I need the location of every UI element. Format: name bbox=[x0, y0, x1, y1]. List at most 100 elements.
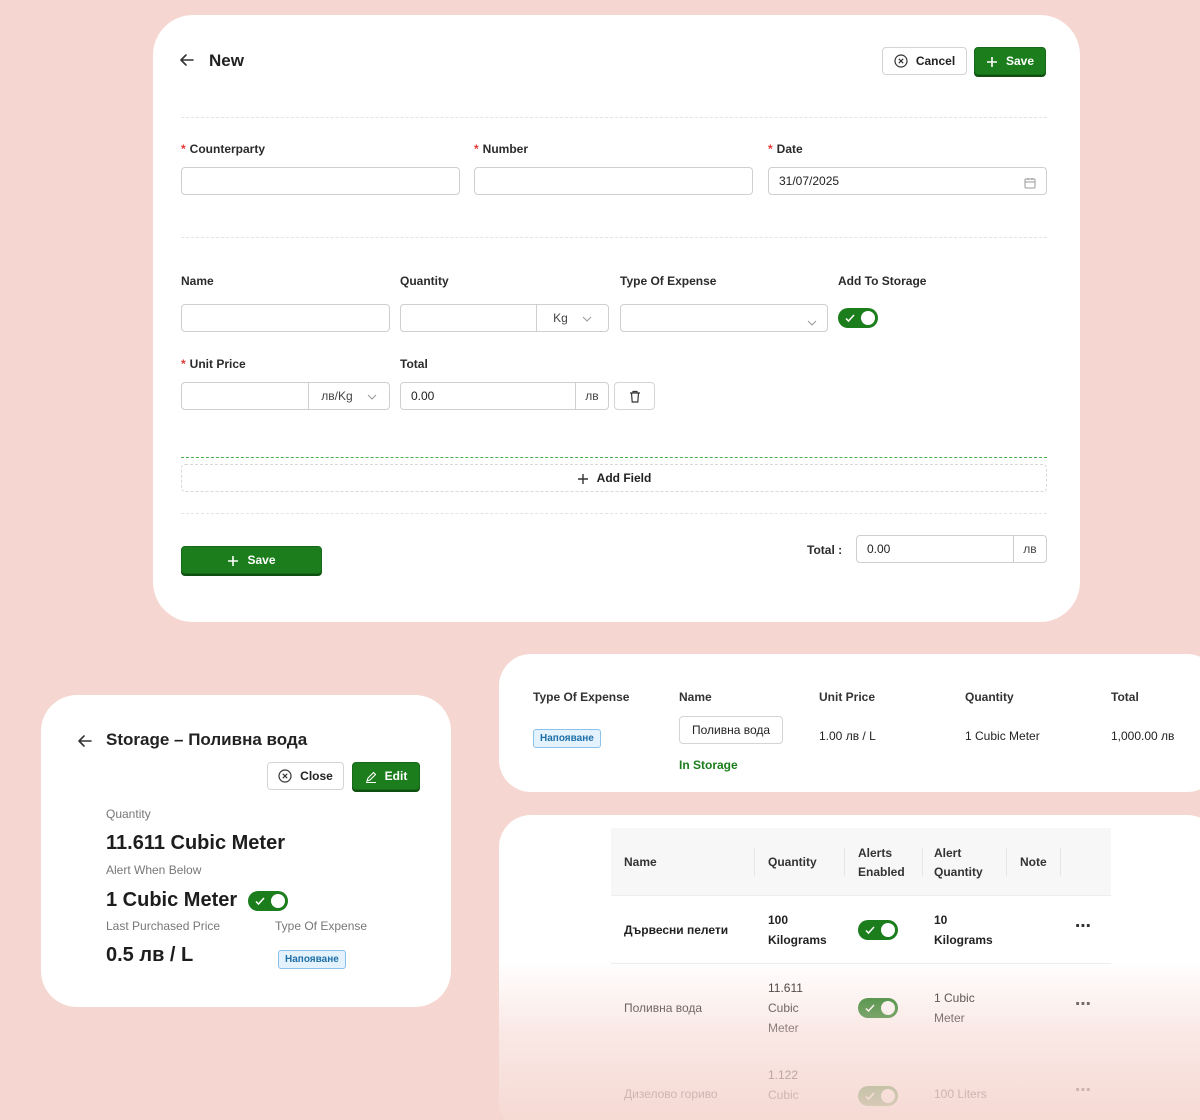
close-button[interactable]: Close bbox=[267, 762, 344, 790]
calendar-icon[interactable] bbox=[1024, 175, 1036, 189]
check-icon bbox=[864, 923, 876, 941]
chevron-down-icon bbox=[807, 315, 817, 329]
type-of-expense-label: Type Of Expense bbox=[620, 274, 717, 288]
toggle-knob bbox=[881, 923, 895, 937]
date-value: 31/07/2025 bbox=[779, 174, 840, 188]
header-total: Total bbox=[1111, 690, 1139, 704]
header-quantity: Quantity bbox=[768, 855, 817, 869]
new-expense-form: New Cancel Save * Counterparty * Number * D… bbox=[153, 15, 1080, 622]
more-options-icon[interactable]: ⋯ bbox=[1075, 994, 1092, 1014]
divider bbox=[181, 513, 1047, 514]
toggle-knob bbox=[271, 894, 285, 908]
item-name-chip[interactable]: Поливна вода bbox=[679, 716, 783, 744]
divider bbox=[181, 237, 1047, 238]
counterparty-input[interactable] bbox=[181, 167, 460, 195]
save-label: Save bbox=[1005, 54, 1035, 68]
column-divider bbox=[844, 848, 845, 876]
header-note: Note bbox=[1020, 855, 1047, 869]
storage-title: Storage – Поливна вода bbox=[106, 730, 308, 749]
quantity-input[interactable]: Kg bbox=[400, 304, 609, 332]
header-quantity: Quantity bbox=[965, 690, 1014, 704]
check-icon bbox=[864, 1001, 876, 1019]
alerts-toggle[interactable] bbox=[858, 920, 898, 940]
add-to-storage-toggle[interactable] bbox=[838, 308, 878, 328]
counterparty-label: * Counterparty bbox=[181, 142, 266, 156]
check-icon bbox=[844, 311, 856, 329]
header-alerts-line1: Alerts bbox=[858, 846, 893, 860]
toggle-knob bbox=[881, 1089, 895, 1103]
row-name: Дизелово гориво bbox=[624, 1087, 718, 1101]
date-input[interactable]: 31/07/2025 bbox=[768, 167, 1047, 195]
row-alert-qty-line2: Kilograms bbox=[934, 933, 993, 947]
table-row[interactable]: Дизелово гориво 1.122 Cubic 100 Liters ⋯ bbox=[611, 1052, 1111, 1120]
number-label: * Number bbox=[474, 142, 529, 156]
storage-list-card: Name Quantity Alerts Enabled Alert Quant… bbox=[499, 815, 1200, 1120]
name-input[interactable] bbox=[181, 304, 390, 332]
plus-icon bbox=[577, 471, 589, 485]
toggle-knob bbox=[881, 1001, 895, 1015]
row-alert-qty-line1: 10 bbox=[934, 913, 948, 927]
table-header: Name Quantity Alerts Enabled Alert Quant… bbox=[611, 828, 1111, 896]
more-options-icon[interactable]: ⋯ bbox=[1075, 916, 1092, 936]
quantity-unit-select[interactable]: Kg bbox=[536, 305, 608, 331]
save-button[interactable]: Save bbox=[974, 47, 1046, 75]
type-badge: Напояване bbox=[278, 950, 346, 969]
grand-total-currency: лв bbox=[1013, 536, 1046, 562]
alert-label: Alert When Below bbox=[106, 863, 202, 877]
chevron-down-icon bbox=[367, 389, 377, 403]
quantity-value: 11.611 Cubic Meter bbox=[106, 832, 285, 854]
column-divider bbox=[754, 848, 755, 876]
check-icon bbox=[254, 894, 266, 912]
header-alerts-line2: Enabled bbox=[858, 865, 905, 879]
more-options-icon[interactable]: ⋯ bbox=[1075, 1080, 1092, 1100]
trash-icon bbox=[629, 389, 641, 403]
bottom-save-button[interactable]: Save bbox=[181, 546, 322, 574]
row-qty-line1: 100 bbox=[768, 913, 789, 927]
alerts-toggle[interactable] bbox=[858, 1086, 898, 1106]
column-divider bbox=[922, 848, 923, 876]
unit-price-unit-select[interactable]: лв/Kg bbox=[308, 383, 389, 409]
page-title: New bbox=[209, 51, 244, 70]
table-row[interactable]: Дървесни пелети 100 Kilograms 10 Kilogra… bbox=[611, 896, 1111, 964]
row-alert-qty-line1: 1 Cubic bbox=[934, 991, 975, 1005]
delete-row-button[interactable] bbox=[614, 382, 655, 410]
last-price-label: Last Purchased Price bbox=[106, 919, 221, 933]
number-input[interactable] bbox=[474, 167, 753, 195]
plus-icon bbox=[986, 54, 998, 68]
quantity-value: 1 Cubic Meter bbox=[965, 729, 1040, 743]
quantity-label: Quantity bbox=[400, 274, 449, 288]
header-alert-qty-line1: Alert bbox=[934, 846, 962, 860]
alert-toggle[interactable] bbox=[248, 891, 288, 911]
total-value: 0.00 bbox=[411, 389, 435, 403]
cancel-button[interactable]: Cancel bbox=[882, 47, 967, 75]
table-row[interactable]: Поливна вода 11.611 Cubic Meter 1 Cubic … bbox=[611, 964, 1111, 1052]
total-input[interactable]: 0.00 лв bbox=[400, 382, 609, 410]
row-qty-line2: Kilograms bbox=[768, 933, 827, 947]
storage-detail-card: Storage – Поливна вода Close Edit Quanti… bbox=[41, 695, 451, 1007]
row-qty-line1: 1.122 bbox=[768, 1068, 799, 1082]
row-alert-qty-line2: Meter bbox=[934, 1011, 965, 1025]
add-field-button[interactable]: Add Field bbox=[181, 464, 1047, 492]
quantity-unit: Kg bbox=[553, 311, 568, 325]
edit-button[interactable]: Edit bbox=[352, 762, 420, 790]
back-arrow-icon[interactable] bbox=[77, 732, 93, 750]
type-of-expense-select[interactable] bbox=[620, 304, 828, 332]
row-alert-qty-line1: 100 Liters bbox=[934, 1087, 987, 1101]
toggle-knob bbox=[861, 311, 875, 325]
unit-price-input[interactable]: лв/Kg bbox=[181, 382, 390, 410]
alert-value: 1 Cubic Meter bbox=[106, 889, 238, 911]
alerts-toggle[interactable] bbox=[858, 998, 898, 1018]
row-qty-line2: Cubic bbox=[768, 1001, 799, 1015]
column-divider bbox=[1060, 848, 1061, 876]
last-price-value: 0.5 лв / L bbox=[106, 944, 194, 966]
expense-type-badge: Напояване bbox=[533, 729, 601, 748]
name-label: Name bbox=[181, 274, 214, 288]
close-circle-icon bbox=[278, 769, 292, 784]
in-storage-status: In Storage bbox=[679, 758, 738, 772]
bottom-save-label: Save bbox=[247, 553, 276, 567]
grand-total-input[interactable]: 0.00 лв bbox=[856, 535, 1047, 563]
type-label: Type Of Expense bbox=[275, 919, 368, 933]
back-arrow-icon[interactable] bbox=[179, 51, 195, 69]
header-name: Name bbox=[624, 855, 657, 869]
row-qty-line3: Meter bbox=[768, 1021, 799, 1035]
